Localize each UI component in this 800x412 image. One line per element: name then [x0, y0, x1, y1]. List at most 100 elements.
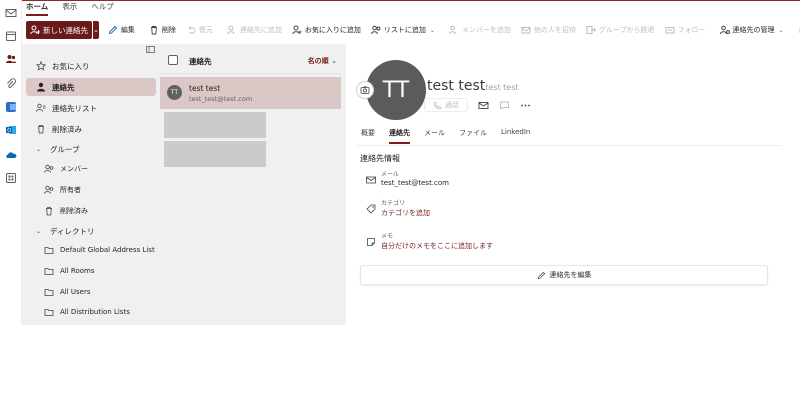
- star-person-icon: [292, 25, 302, 35]
- nav-directory-header[interactable]: ⌄ ディレクトリ: [26, 222, 156, 240]
- star-icon: [36, 61, 46, 71]
- onedrive-app-icon[interactable]: [4, 148, 18, 162]
- svg-text:O: O: [7, 128, 11, 134]
- tag-icon: [366, 204, 376, 214]
- add-member-button[interactable]: メンバーを追加: [444, 20, 516, 40]
- nav-default-global-address-list[interactable]: Default Global Address List: [26, 241, 156, 259]
- add-to-favorites-label: お気に入りに追加: [304, 26, 361, 34]
- follow-button[interactable]: フォロー: [660, 20, 711, 40]
- delete-label: 削除: [161, 26, 176, 34]
- follow-label: フォロー: [677, 26, 706, 34]
- people-icon: [44, 185, 54, 194]
- app-rail: O: [0, 0, 22, 325]
- tab-help[interactable]: ヘルプ: [91, 0, 114, 16]
- collapse-pane-icon[interactable]: [146, 46, 155, 53]
- nav-all-rooms[interactable]: All Rooms: [26, 262, 156, 280]
- mail-icon: [366, 176, 376, 184]
- select-all-checkbox[interactable]: [168, 55, 178, 65]
- nav-all-users[interactable]: All Users: [26, 283, 156, 301]
- chevron-down-icon: ⌄: [36, 145, 42, 153]
- category-field-label: カテゴリ: [381, 200, 406, 207]
- tab-linkedin[interactable]: LinkedIn: [501, 128, 530, 142]
- tab-files[interactable]: ファイル: [459, 128, 487, 142]
- chat-icon: [500, 101, 509, 110]
- nav-contact-lists[interactable]: 連絡先リスト: [26, 99, 156, 117]
- word-app-icon[interactable]: [4, 100, 18, 114]
- pencil-icon: [108, 25, 118, 35]
- chevron-down-icon: ⌄: [778, 26, 784, 34]
- tab-overview[interactable]: 概要: [361, 128, 375, 142]
- nav-all-rooms-label: All Rooms: [60, 267, 95, 275]
- outlook-app-icon[interactable]: O: [4, 123, 18, 137]
- phone-icon: [433, 100, 442, 109]
- mail-icon: [478, 101, 489, 109]
- call-label: 通話: [445, 101, 459, 109]
- contact-list-pane: 連絡先 名の順 ⌄ TT test test test_test@test.co…: [160, 44, 341, 325]
- add-to-favorites-button[interactable]: お気に入りに追加: [287, 20, 366, 40]
- add-notes-link[interactable]: 自分だけのメモをここに追加します: [381, 241, 493, 251]
- contact-email: test_test@test.com: [189, 95, 253, 103]
- nav-contacts[interactable]: 連絡先: [26, 78, 156, 96]
- people-app-icon[interactable]: [4, 52, 18, 66]
- more-actions-button[interactable]: [520, 100, 531, 111]
- email-field-value[interactable]: test_test@test.com: [381, 179, 449, 187]
- people-icon: [44, 164, 54, 173]
- contact-name: test test: [189, 84, 221, 93]
- manage-contacts-button[interactable]: 連絡先の管理 ⌄: [715, 20, 789, 40]
- invite-others-button[interactable]: 他の人を招待: [516, 20, 581, 40]
- mail-app-icon[interactable]: [4, 6, 18, 20]
- delete-button[interactable]: 削除: [144, 20, 181, 40]
- contact-list-item[interactable]: TT test test test_test@test.com: [160, 77, 341, 109]
- nav-all-users-label: All Users: [60, 288, 91, 296]
- menu-tabs: ホーム 表示 ヘルプ: [26, 0, 114, 16]
- new-contact-button[interactable]: 新しい連絡先: [26, 21, 92, 39]
- more-icon: [521, 104, 530, 106]
- tab-contact[interactable]: 連絡先: [389, 128, 410, 144]
- restore-button[interactable]: 復元: [181, 20, 218, 40]
- mail-person-icon: [521, 27, 531, 34]
- contact-display-name-main: test test: [427, 78, 486, 94]
- more-apps-icon[interactable]: [4, 171, 18, 185]
- attachment-app-icon[interactable]: [4, 77, 18, 91]
- add-to-contacts-label: 連絡先に追加: [239, 26, 282, 34]
- category-field: カテゴリ カテゴリを追加: [366, 198, 666, 224]
- nav-favorites[interactable]: お気に入り: [26, 57, 156, 75]
- sort-order-button[interactable]: 名の順 ⌄: [308, 56, 337, 66]
- tab-view[interactable]: 表示: [62, 0, 77, 16]
- ribbon-toolbar: 新しい連絡先 ⌄ 編集 削除 復元 連絡先に追加 お気に入りに追加 リストに追加…: [26, 17, 800, 43]
- edit-button[interactable]: 編集: [103, 20, 140, 40]
- tab-home[interactable]: ホーム: [26, 0, 49, 16]
- change-photo-button[interactable]: [356, 81, 374, 99]
- nav-groups-label: グループ: [50, 144, 80, 154]
- folder-icon: [44, 247, 54, 254]
- leave-group-button[interactable]: グループから脱退: [581, 20, 660, 40]
- contact-display-name-secondary: test test: [485, 83, 519, 92]
- tab-mail[interactable]: メール: [424, 128, 445, 142]
- edit-label: 編集: [120, 26, 135, 34]
- trash-icon: [46, 207, 52, 216]
- send-email-button[interactable]: [478, 100, 489, 111]
- calendar-app-icon[interactable]: [4, 29, 18, 43]
- edit-contact-label: 連絡先を編集: [549, 271, 592, 279]
- nav-groups-deleted[interactable]: 削除済み: [26, 202, 156, 220]
- nav-groups-owner-label: 所有者: [60, 186, 81, 194]
- new-contact-dropdown[interactable]: ⌄: [93, 21, 99, 39]
- chevron-down-icon: ⌄: [331, 57, 337, 65]
- nav-contacts-label: 連絡先: [52, 82, 75, 92]
- edit-contact-button[interactable]: 連絡先を編集: [360, 265, 768, 285]
- add-to-contacts-button[interactable]: 連絡先に追加: [222, 20, 287, 40]
- chevron-down-icon: ⌄: [93, 26, 99, 34]
- add-to-list-button[interactable]: リストに追加 ⌄: [366, 20, 440, 40]
- people-add-icon: [448, 25, 456, 35]
- nav-deleted[interactable]: 削除済み: [26, 120, 156, 138]
- nav-groups-owner[interactable]: 所有者: [26, 181, 156, 199]
- chat-button[interactable]: [499, 100, 510, 111]
- contact-detail-tabs: 概要 連絡先 メール ファイル LinkedIn: [361, 128, 530, 144]
- nav-groups-header[interactable]: ⌄ グループ: [26, 140, 156, 158]
- call-button[interactable]: 通話: [424, 98, 468, 112]
- share-button[interactable]: 更新: [793, 20, 800, 40]
- nav-groups-member[interactable]: メンバー: [26, 160, 156, 178]
- person-icon: [37, 82, 45, 92]
- add-category-link[interactable]: カテゴリを追加: [381, 208, 430, 218]
- nav-all-distribution-lists[interactable]: All Distribution Lists: [26, 303, 156, 321]
